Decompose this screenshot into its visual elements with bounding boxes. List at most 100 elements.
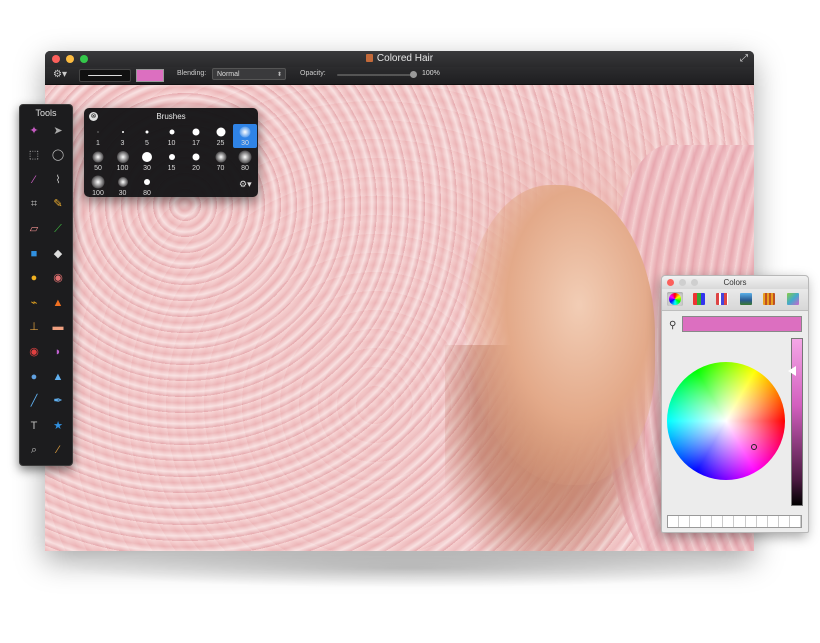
- brush-tip-icon: [169, 129, 174, 135]
- color-wheel-mode-icon[interactable]: [667, 292, 683, 306]
- brush-size-label: 1: [96, 140, 100, 147]
- title-bar[interactable]: Colored Hair ⤢: [45, 51, 754, 67]
- brush-preset[interactable]: 70: [209, 149, 233, 173]
- blur-drop-icon[interactable]: ●: [24, 367, 44, 387]
- color-swatch-slot[interactable]: [746, 516, 757, 527]
- color-swatch-slot[interactable]: [690, 516, 702, 527]
- color-swatch-slot[interactable]: [668, 516, 680, 527]
- color-picker-icon[interactable]: ⁄: [48, 441, 68, 461]
- brush-preset[interactable]: 3: [111, 124, 135, 148]
- brush-size-label: 30: [143, 165, 151, 172]
- brush-size-label: 100: [116, 165, 129, 172]
- pen-icon[interactable]: ✒: [48, 392, 68, 412]
- eraser-icon[interactable]: ▱: [24, 219, 44, 239]
- paint-bucket-icon[interactable]: ◆: [48, 244, 68, 264]
- brush-preset[interactable]: 17: [184, 124, 208, 148]
- blending-label: Blending:: [177, 70, 207, 77]
- brush-size-label: 70: [216, 165, 225, 172]
- brush-preset[interactable]: 20: [184, 149, 208, 173]
- image-palette-mode-icon[interactable]: [738, 292, 754, 306]
- brightness-slider[interactable]: [791, 338, 803, 506]
- red-eye-icon[interactable]: ◉: [24, 342, 44, 362]
- brush-preview-button[interactable]: [79, 69, 131, 82]
- brush-size-label: 25: [216, 140, 225, 147]
- gradient-icon[interactable]: ◉: [48, 269, 68, 289]
- color-wheel-marker[interactable]: [751, 444, 757, 450]
- brush-preset[interactable]: 80: [135, 174, 159, 198]
- color-swatch-slot[interactable]: [679, 516, 691, 527]
- tools-title: Tools: [35, 108, 57, 118]
- opacity-slider[interactable]: [337, 71, 417, 78]
- color-swatch-slot[interactable]: [757, 516, 768, 527]
- brush-preset[interactable]: 30: [135, 149, 159, 173]
- ellipse-marquee-icon[interactable]: ◯: [48, 146, 68, 166]
- star-shape-icon[interactable]: ★: [48, 416, 68, 436]
- blending-select[interactable]: Normal ⬍: [212, 68, 286, 80]
- color-swatch-slot[interactable]: [768, 516, 779, 527]
- window-title-text: Colored Hair: [376, 53, 434, 64]
- opacity-slider-knob[interactable]: [410, 71, 417, 78]
- swatch-strip[interactable]: [667, 515, 802, 528]
- brush-preset[interactable]: 25: [209, 124, 233, 148]
- brush-preset[interactable]: 15: [160, 149, 184, 173]
- line-icon[interactable]: ╱: [24, 392, 44, 412]
- color-swatch-slot[interactable]: [790, 516, 801, 527]
- brush-preset[interactable]: 5: [135, 124, 159, 148]
- brush-size-label: 15: [167, 165, 176, 172]
- eyedropper-icon[interactable]: ⁄: [24, 170, 44, 190]
- rect-marquee-icon[interactable]: ⬚: [24, 146, 44, 166]
- lasso-icon[interactable]: ⌇: [48, 170, 68, 190]
- rectangle-shape-icon[interactable]: ■: [24, 244, 44, 264]
- brush-size-label: 80: [241, 165, 249, 172]
- tools-palette: Tools ✦ ➤ ⬚ ◯ ⁄ ⌇ ⌗ ✎ ▱ ⟋ ■ ◆ ● ◉ ⌁ ▲ ⊥ ▬ ◉ ◗ ● ▲ ╱ ✒ T ★ ⌕ ⁄: [19, 104, 73, 466]
- smudge-icon[interactable]: ⌁: [24, 293, 44, 313]
- brush-tip-icon: [216, 127, 225, 137]
- color-mode-bar: [662, 289, 808, 311]
- crop-icon[interactable]: ⌗: [24, 195, 44, 215]
- brush-preset[interactable]: 30: [111, 174, 135, 198]
- brush-preset[interactable]: 80: [233, 149, 257, 173]
- magnifier-icon[interactable]: ⚲: [669, 320, 676, 331]
- color-swatch-slot[interactable]: [734, 516, 746, 527]
- color-swatch-slot[interactable]: [779, 516, 790, 527]
- extra-glyph: [786, 293, 799, 305]
- bandage-icon[interactable]: ▬: [48, 318, 68, 338]
- sharpen-icon[interactable]: ▲: [48, 367, 68, 387]
- brush-tip-icon: [121, 131, 124, 133]
- brightness-slider-knob[interactable]: [788, 366, 796, 376]
- pencil-icon[interactable]: ✎: [48, 195, 68, 215]
- color-swatch-slot[interactable]: [723, 516, 735, 527]
- brush-preset[interactable]: 50: [86, 149, 110, 173]
- palettes-mode-icon[interactable]: [714, 292, 730, 306]
- brush-preset[interactable]: 100: [111, 149, 135, 173]
- text-icon[interactable]: T: [24, 416, 44, 436]
- brushes-panel: ⊗ Brushes 1 3 5 10 17 25 30 50 100 30 15 20 70 80 100 3…: [84, 108, 258, 197]
- extra-mode-icon[interactable]: [785, 292, 801, 306]
- sponge-icon[interactable]: ●: [24, 269, 44, 289]
- colors-title-bar[interactable]: Colors: [662, 276, 808, 290]
- sliders-mode-icon[interactable]: [691, 292, 707, 306]
- current-color-swatch[interactable]: [136, 69, 164, 82]
- brush-preset[interactable]: 10: [160, 124, 184, 148]
- brush-size-label: 100: [92, 190, 104, 197]
- document-icon: [365, 54, 373, 62]
- burn-icon[interactable]: ▲: [48, 293, 68, 313]
- pencils-mode-icon[interactable]: [761, 292, 777, 306]
- zoom-icon[interactable]: ⌕: [24, 441, 44, 461]
- brush-preset[interactable]: 30: [233, 124, 257, 148]
- gear-icon[interactable]: ⚙▾: [239, 179, 252, 190]
- current-color-well[interactable]: [682, 316, 802, 332]
- brush-preset[interactable]: 100: [86, 174, 110, 198]
- magic-wand-icon[interactable]: ✦: [24, 121, 44, 141]
- dodge-icon[interactable]: ◗: [48, 342, 68, 362]
- brush-size-label: 3: [120, 140, 125, 147]
- brush-preset[interactable]: 1: [86, 124, 110, 148]
- color-swatch-slot[interactable]: [712, 516, 724, 527]
- color-wheel[interactable]: [667, 362, 785, 480]
- color-swatch-slot[interactable]: [701, 516, 713, 527]
- arrow-select-icon[interactable]: ➤: [48, 121, 68, 141]
- brush-icon[interactable]: ⟋: [48, 219, 68, 239]
- gear-icon[interactable]: ⚙▾: [53, 69, 67, 80]
- fullscreen-icon[interactable]: ⤢: [740, 53, 748, 64]
- stamp-icon[interactable]: ⊥: [24, 318, 44, 338]
